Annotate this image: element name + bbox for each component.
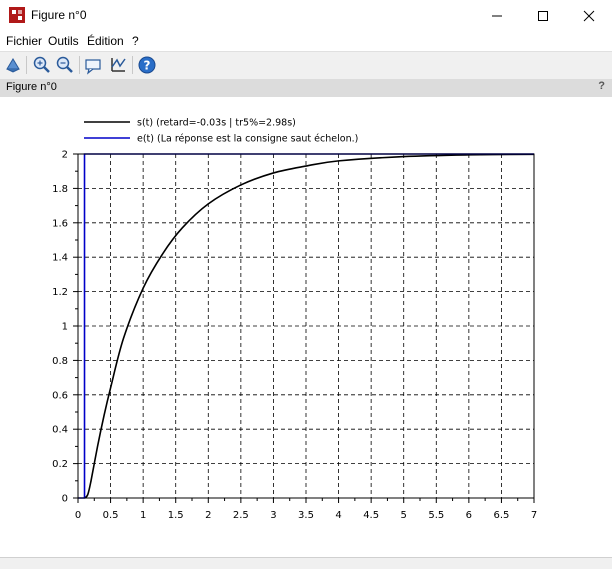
x-tick-label: 1 <box>140 510 146 521</box>
help-icon[interactable]: ? <box>137 55 157 75</box>
x-tick-label: 1.5 <box>168 510 184 521</box>
x-tick-label: 6 <box>466 510 472 521</box>
svg-text:?: ? <box>144 59 151 73</box>
title-bar: Figure n°0 <box>0 0 612 32</box>
y-tick-label: 0.8 <box>52 356 68 367</box>
plot-svg[interactable]: 0 0.5 1 1.5 2 2.5 3 3.5 4 4.5 5 5.5 6 6.5 7 0 0.2 0.4 0.6 0… <box>0 97 612 557</box>
maximize-button[interactable] <box>520 0 566 32</box>
menu-outils[interactable]: Outils <box>48 34 79 48</box>
y-tick-label: 0 <box>62 494 68 505</box>
x-tick-label: 0.5 <box>103 510 119 521</box>
y-tick-label: 1.6 <box>52 218 68 229</box>
x-tick-label: 4.5 <box>363 510 379 521</box>
x-tick-label: 2.5 <box>233 510 249 521</box>
x-tick-label: 5.5 <box>428 510 444 521</box>
legend-label: e(t) (La réponse est la consigne saut éc… <box>137 134 358 145</box>
scilab-app-icon <box>9 7 25 23</box>
maximize-icon <box>538 11 548 21</box>
minimize-button[interactable] <box>474 0 520 32</box>
x-tick-label: 4 <box>335 510 341 521</box>
figure-title: Figure n°0 <box>6 81 57 93</box>
legend-label: s(t) (retard=-0.03s | tr5%=2.98s) <box>137 118 296 129</box>
menu-help[interactable]: ? <box>132 34 139 48</box>
zoom-in-icon[interactable] <box>32 55 52 75</box>
x-tick-label: 3.5 <box>298 510 314 521</box>
close-icon <box>583 10 595 22</box>
x-tick-label: 0 <box>75 510 81 521</box>
x-tick-label: 6.5 <box>493 510 509 521</box>
figure-canvas[interactable]: 0 0.5 1 1.5 2 2.5 3 3.5 4 4.5 5 5.5 6 6.5 7 0 0.2 0.4 0.6 0… <box>0 97 612 557</box>
y-tick-label: 1.4 <box>52 253 68 264</box>
x-tick-label: 2 <box>205 510 211 521</box>
x-tick-label: 5 <box>401 510 407 521</box>
toolbar: ? <box>0 51 612 80</box>
x-tick-label: 3 <box>270 510 276 521</box>
y-tick-label: 1 <box>62 322 68 333</box>
menu-fichier[interactable]: Fichier <box>6 34 42 48</box>
y-tick-label: 0.6 <box>52 390 68 401</box>
zoom-out-icon[interactable] <box>55 55 75 75</box>
close-button[interactable] <box>566 0 612 32</box>
x-tick-label: 7 <box>531 510 537 521</box>
toolbar-separator <box>79 56 80 74</box>
datatip-icon[interactable] <box>84 55 104 75</box>
grid <box>78 154 534 498</box>
y-tick-label: 1.8 <box>52 184 68 195</box>
y-tick-label: 0.4 <box>52 425 68 436</box>
legend: s(t) (retard=-0.03s | tr5%=2.98s) e(t) (L… <box>84 118 358 145</box>
status-bar <box>0 557 612 569</box>
rotate-icon[interactable] <box>3 55 23 75</box>
figure-help-button[interactable]: ? <box>598 80 605 92</box>
toolbar-separator <box>132 56 133 74</box>
menu-edition[interactable]: Édition <box>87 34 124 48</box>
minimize-icon <box>492 15 502 17</box>
toolbar-separator <box>26 56 27 74</box>
edit-axes-icon[interactable] <box>108 55 128 75</box>
y-tick-label: 2 <box>62 150 68 161</box>
menu-bar: Fichier Outils Édition ? <box>0 32 612 51</box>
y-tick-label: 0.2 <box>52 459 68 470</box>
y-tick-label: 1.2 <box>52 287 68 298</box>
figure-header: Figure n°0 ? <box>0 79 612 97</box>
window-title: Figure n°0 <box>31 8 87 22</box>
